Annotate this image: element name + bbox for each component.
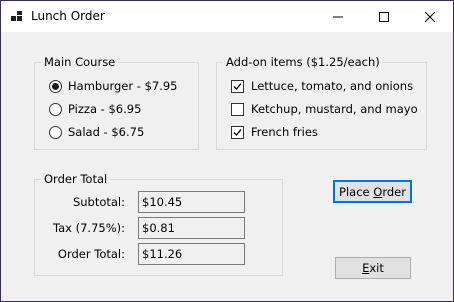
tax-label: Tax (7.75%): (52, 221, 125, 235)
close-icon (425, 11, 435, 22)
checkbox-checked[interactable] (231, 79, 244, 93)
order-total-field[interactable]: $11.26 (138, 243, 245, 265)
minimize-icon (333, 16, 343, 17)
tax-field[interactable]: $0.81 (138, 217, 245, 239)
checkbox-checked[interactable] (231, 125, 244, 139)
radio-hamburger[interactable]: Hamburger - $7.95 (49, 78, 178, 94)
minimize-button[interactable] (315, 1, 361, 32)
checkbox-unchecked[interactable] (231, 102, 244, 116)
order-total-label: Order Total: (57, 247, 125, 261)
radio-button[interactable] (49, 125, 62, 139)
order-total-group: Order Total Subtotal: $10.45 Tax (7.75%)… (34, 172, 283, 276)
app-icon (11, 11, 23, 23)
radio-button-selected[interactable] (49, 79, 62, 93)
radio-label: Salad - $6.75 (68, 125, 145, 139)
checkmark-icon (233, 128, 242, 136)
exit-label: Exit (362, 261, 384, 275)
radio-label: Hamburger - $7.95 (68, 79, 178, 93)
radio-label: Pizza - $6.95 (68, 102, 142, 116)
order-total-legend: Order Total (41, 172, 111, 186)
form-client-area: Main Course Hamburger - $7.95 Pizza - $6… (1, 32, 453, 301)
checkbox-label: Ketchup, mustard, and mayo (251, 102, 418, 116)
window-title: Lunch Order (31, 9, 105, 23)
addon-items-legend: Add-on items ($1.25/each) (223, 55, 383, 69)
place-order-button[interactable]: Place Order (333, 180, 412, 203)
addon-items-group: Add-on items ($1.25/each) Lettuce, tomat… (216, 55, 427, 150)
radio-button[interactable] (49, 102, 62, 116)
radio-salad[interactable]: Salad - $6.75 (49, 124, 144, 140)
place-order-label: Place Order (339, 184, 406, 199)
subtotal-label: Subtotal: (72, 195, 125, 209)
maximize-button[interactable] (361, 1, 407, 32)
subtotal-field[interactable]: $10.45 (138, 191, 245, 213)
checkbox-label: Lettuce, tomato, and onions (251, 79, 414, 93)
checkbox-label: French fries (251, 125, 318, 139)
checkbox-ketchup[interactable]: Ketchup, mustard, and mayo (231, 101, 418, 117)
lunch-order-window: Lunch Order Main Course Hamburger - $7.9… (0, 0, 454, 302)
exit-button[interactable]: Exit (335, 257, 411, 279)
main-course-legend: Main Course (41, 55, 119, 69)
checkbox-fries[interactable]: French fries (231, 124, 318, 140)
checkbox-lettuce[interactable]: Lettuce, tomato, and onions (231, 78, 413, 94)
radio-pizza[interactable]: Pizza - $6.95 (49, 101, 141, 117)
maximize-icon (379, 11, 389, 22)
close-button[interactable] (407, 1, 453, 32)
main-course-group: Main Course Hamburger - $7.95 Pizza - $6… (34, 55, 199, 150)
checkmark-icon (233, 82, 242, 90)
title-bar[interactable]: Lunch Order (1, 1, 453, 32)
